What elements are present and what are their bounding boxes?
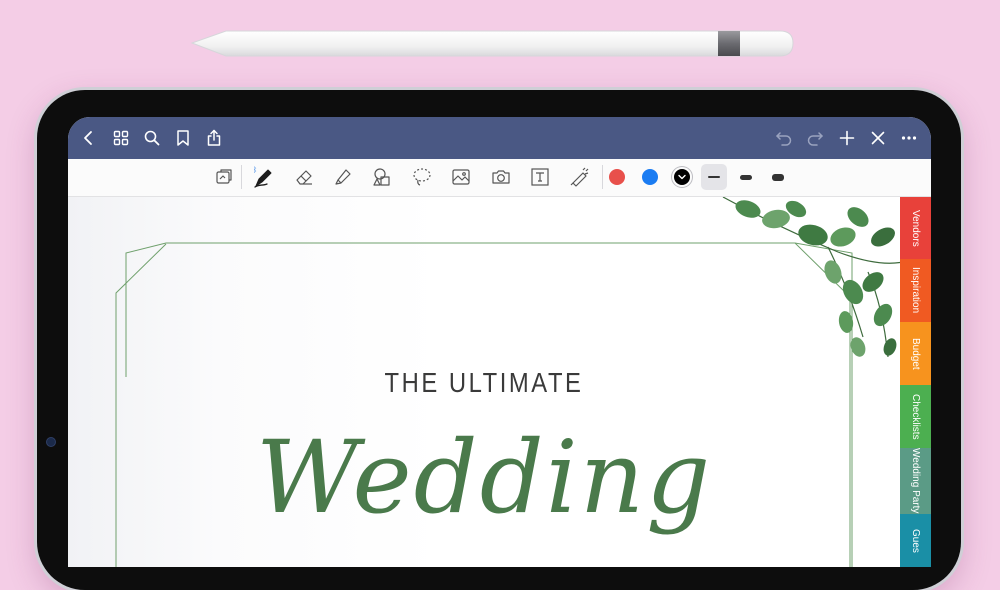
apple-pencil xyxy=(190,30,794,57)
stroke-medium-button[interactable] xyxy=(733,164,759,190)
back-chevron-icon[interactable] xyxy=(75,124,103,152)
more-icon[interactable] xyxy=(895,124,923,152)
cover-title-script: Wedding xyxy=(255,419,713,536)
lasso-icon[interactable] xyxy=(408,164,436,190)
shapes-icon[interactable] xyxy=(368,164,396,190)
laser-pointer-icon[interactable] xyxy=(565,164,593,190)
app-screen: ᛒ THE ULTIMATE Wedding Vendors Inspirati… xyxy=(68,117,931,567)
toolbar-divider xyxy=(241,165,242,189)
text-box-icon[interactable] xyxy=(526,164,554,190)
camera-icon[interactable] xyxy=(487,164,515,190)
read-only-icon[interactable] xyxy=(210,164,238,190)
planner-page[interactable]: THE ULTIMATE Wedding xyxy=(68,197,900,567)
grid-icon[interactable] xyxy=(107,124,135,152)
color-red-swatch[interactable] xyxy=(609,169,625,185)
image-icon[interactable] xyxy=(447,164,475,190)
annotation-toolbar: ᛒ xyxy=(68,159,931,197)
stroke-thick-button[interactable] xyxy=(765,164,791,190)
highlighter-icon[interactable] xyxy=(329,164,357,190)
cover-subtitle: THE ULTIMATE xyxy=(384,367,584,398)
pen-icon[interactable]: ᛒ xyxy=(250,164,278,190)
color-black-swatch[interactable] xyxy=(674,169,690,185)
eraser-icon[interactable] xyxy=(290,164,318,190)
toolbar-divider xyxy=(602,165,603,189)
undo-icon[interactable] xyxy=(770,124,798,152)
tab-checklists[interactable]: Checklists xyxy=(900,385,931,449)
tab-guests[interactable]: Gues xyxy=(900,514,931,567)
share-icon[interactable] xyxy=(200,124,228,152)
stroke-thin-button[interactable] xyxy=(701,164,727,190)
eucalyptus-foliage xyxy=(722,197,900,358)
redo-icon[interactable] xyxy=(801,124,829,152)
front-camera xyxy=(46,437,56,447)
section-tabs: Vendors Inspiration Budget Checklists We… xyxy=(900,197,931,567)
close-icon[interactable] xyxy=(864,124,892,152)
tab-inspiration[interactable]: Inspiration xyxy=(900,259,931,323)
tab-vendors[interactable]: Vendors xyxy=(900,197,931,260)
tab-budget[interactable]: Budget xyxy=(900,322,931,386)
tab-wedding-party[interactable]: Wedding Party xyxy=(900,448,931,515)
navigation-bar xyxy=(68,117,931,159)
add-icon[interactable] xyxy=(833,124,861,152)
bookmark-icon[interactable] xyxy=(169,124,197,152)
svg-text:ᛒ: ᛒ xyxy=(253,166,257,174)
color-blue-swatch[interactable] xyxy=(642,169,658,185)
chevron-down-icon xyxy=(678,174,686,180)
search-icon[interactable] xyxy=(138,124,166,152)
